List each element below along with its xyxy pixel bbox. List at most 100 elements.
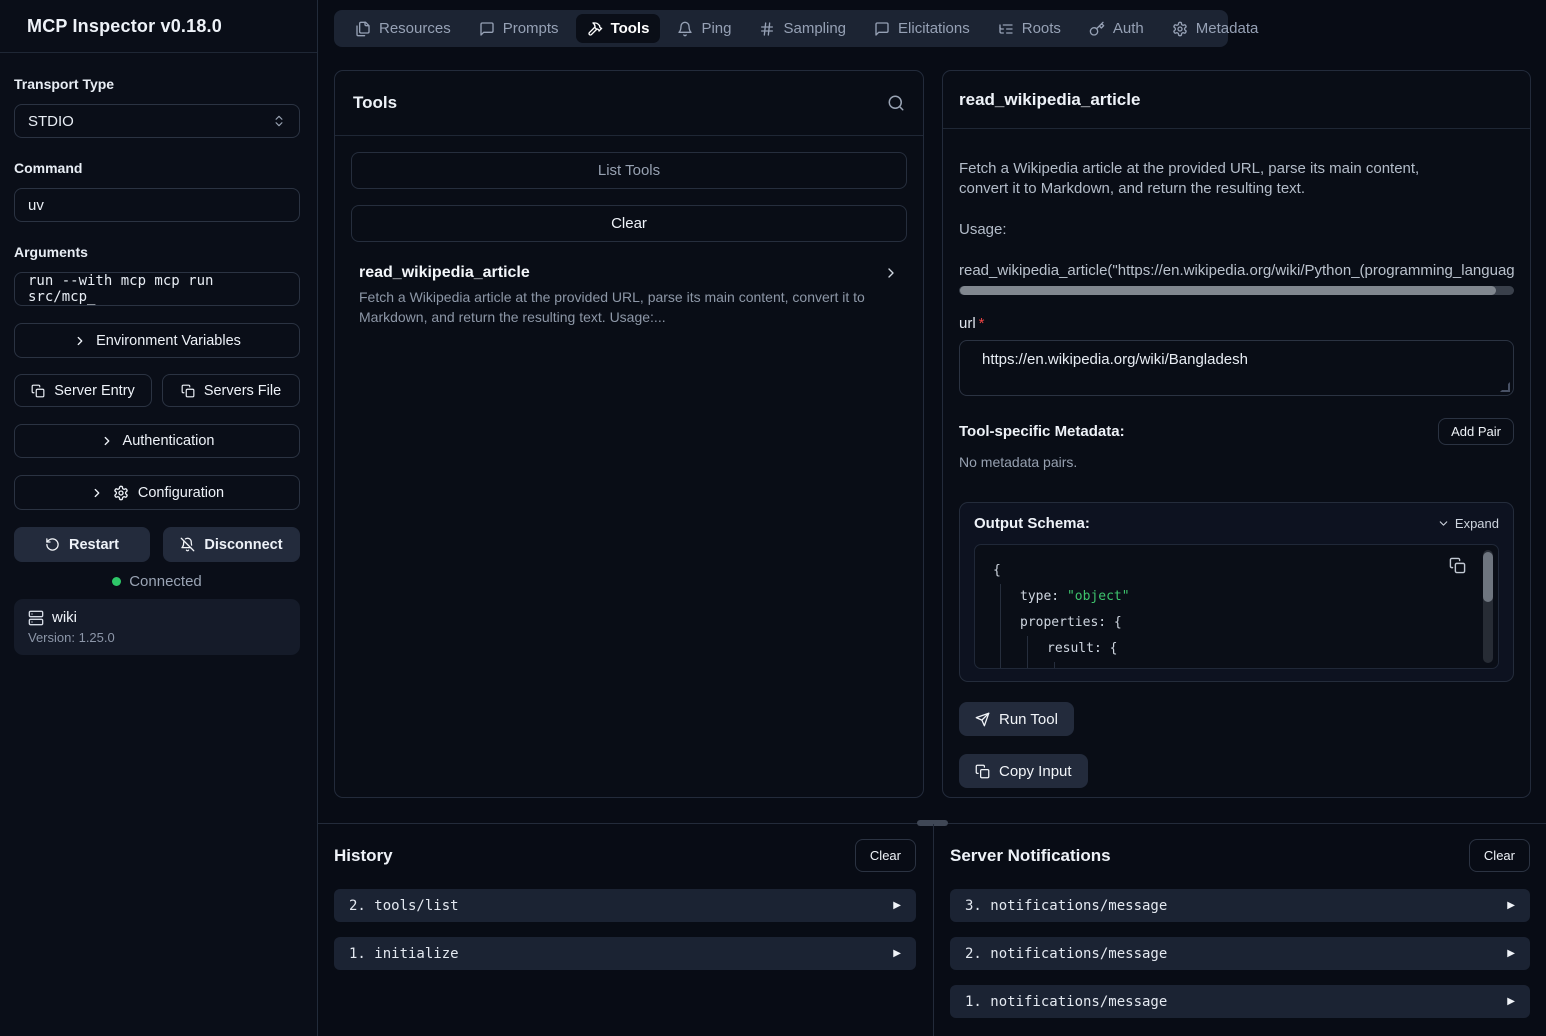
servers-file-label: Servers File [204,383,281,399]
command-value: uv [28,197,44,214]
history-section: History Clear 2. tools/list ▶ 1. initial… [334,839,916,970]
tab-metadata[interactable]: Metadata [1161,14,1270,43]
configuration-button[interactable]: Configuration [14,475,300,510]
play-icon: ▶ [893,900,901,911]
add-pair-button[interactable]: Add Pair [1438,418,1514,445]
notification-row-label: 3. notifications/message [965,898,1167,914]
usage-code: read_wikipedia_article("https://en.wikip… [959,262,1514,279]
tab-label: Elicitations [898,20,970,37]
chevron-right-icon [90,486,104,500]
url-field-label-row: url* [959,315,1514,332]
clear-tools-label: Clear [611,215,647,232]
transport-type-select[interactable]: STDIO [14,104,300,138]
top-nav: Resources Prompts Tools Ping Sampling El… [334,10,1228,47]
clear-tools-button[interactable]: Clear [351,205,907,242]
tool-name: read_wikipedia_article [359,264,530,282]
output-schema-title: Output Schema: [974,515,1090,532]
key-icon [1089,21,1105,37]
tool-detail-description: Fetch a Wikipedia article at the provide… [959,159,1514,199]
usage-label: Usage: [959,221,1514,238]
chevron-right-icon [883,265,899,281]
tab-elicitations[interactable]: Elicitations [863,14,981,43]
tools-panel: Tools List Tools Clear read_wikipedia_ar… [334,70,924,798]
no-metadata-text: No metadata pairs. [959,454,1514,470]
tool-detail-title: read_wikipedia_article [959,90,1140,110]
copy-icon [31,384,45,398]
server-icon [28,610,44,626]
history-row[interactable]: 1. initialize ▶ [334,937,916,970]
resize-handle[interactable] [1500,382,1510,392]
transport-type-label: Transport Type [14,76,300,92]
message-square-icon [874,21,890,37]
tab-prompts[interactable]: Prompts [468,14,570,43]
run-tool-button[interactable]: Run Tool [959,702,1074,736]
chevron-down-icon [1437,517,1450,530]
scrollbar-thumb[interactable] [1483,552,1493,602]
arguments-input[interactable]: run --with mcp mcp run src/mcp_ [14,272,300,306]
scrollbar-thumb[interactable] [960,286,1496,295]
code-line: type: "object" [1020,584,1458,610]
tab-sampling[interactable]: Sampling [748,14,857,43]
clear-notifications-button[interactable]: Clear [1469,839,1530,872]
vertical-divider [933,824,934,1036]
server-notifications-section: Server Notifications Clear 3. notificati… [950,839,1530,1018]
command-input[interactable]: uv [14,188,300,222]
sidebar: MCP Inspector v0.18.0 Transport Type STD… [0,0,318,1036]
tab-label: Prompts [503,20,559,37]
server-name: wiki [52,609,77,626]
chevrons-up-down-icon [272,114,286,128]
disconnect-button[interactable]: Disconnect [163,527,300,562]
tab-roots[interactable]: Roots [987,14,1072,43]
tab-label: Resources [379,20,451,37]
transport-type-value: STDIO [28,113,74,130]
code-line: result: { [1047,636,1458,662]
copy-input-button[interactable]: Copy Input [959,754,1088,788]
servers-file-button[interactable]: Servers File [162,374,300,407]
output-schema-card: Output Schema: Expand { type: "object" p… [959,502,1514,682]
notification-row-label: 2. notifications/message [965,946,1167,962]
tab-tools[interactable]: Tools [576,14,661,43]
copy-icon [975,764,990,779]
notification-row[interactable]: 2. notifications/message ▶ [950,937,1530,970]
copy-icon [181,384,195,398]
code-line: title: "Result" [1074,662,1458,669]
tab-label: Tools [611,20,650,37]
code-line: properties: { [1020,610,1458,636]
files-icon [355,21,371,37]
restart-label: Restart [69,537,119,553]
clear-history-button[interactable]: Clear [855,839,916,872]
server-entry-label: Server Entry [54,383,135,399]
tool-description: Fetch a Wikipedia article at the provide… [359,287,899,327]
environment-variables-button[interactable]: Environment Variables [14,323,300,358]
list-tools-button[interactable]: List Tools [351,152,907,189]
code-line: { [993,558,1458,584]
tool-list-item[interactable]: read_wikipedia_article Fetch a Wikipedia… [359,264,899,327]
tab-auth[interactable]: Auth [1078,14,1155,43]
server-entry-button[interactable]: Server Entry [14,374,152,407]
url-input[interactable]: https://en.wikipedia.org/wiki/Bangladesh [959,340,1514,396]
restart-button[interactable]: Restart [14,527,150,562]
notification-row[interactable]: 3. notifications/message ▶ [950,889,1530,922]
tab-label: Auth [1113,20,1144,37]
arguments-value: run --with mcp mcp run src/mcp_ [28,273,286,305]
server-version: Version: 1.25.0 [28,630,286,645]
list-tree-icon [998,21,1014,37]
history-row[interactable]: 2. tools/list ▶ [334,889,916,922]
copy-code-icon[interactable] [1449,557,1466,574]
search-icon[interactable] [887,94,905,112]
authentication-button[interactable]: Authentication [14,424,300,458]
tab-label: Metadata [1196,20,1259,37]
usage-horizontal-scrollbar[interactable] [959,286,1514,295]
list-tools-label: List Tools [598,162,660,179]
chevron-right-icon [100,434,114,448]
tab-ping[interactable]: Ping [666,14,742,43]
disconnect-label: Disconnect [204,537,282,553]
bell-off-icon [180,537,195,552]
tab-label: Roots [1022,20,1061,37]
sidebar-header: MCP Inspector v0.18.0 [0,0,317,53]
tab-resources[interactable]: Resources [344,14,462,43]
notification-row[interactable]: 1. notifications/message ▶ [950,985,1530,1018]
expand-button[interactable]: Expand [1437,516,1499,531]
code-vertical-scrollbar[interactable] [1483,550,1493,663]
expand-label: Expand [1455,516,1499,531]
